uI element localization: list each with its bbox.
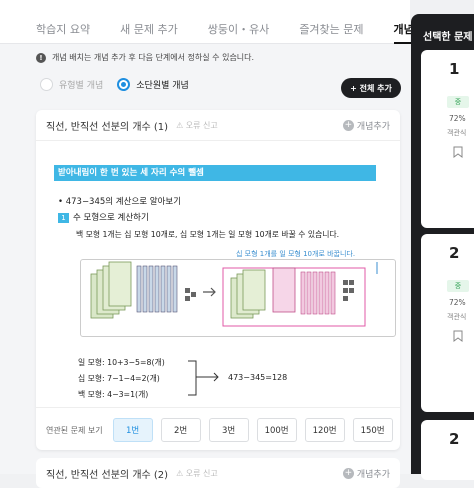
problem-button-1[interactable]: 1번 [112,418,153,442]
concept-card: 직선, 반직선 선분의 개수 (1) ⚠ 오류 신고 + 개념추가 받아내림이 … [36,110,400,450]
selected-problem-card[interactable]: 1 중 72% 객관식 [421,50,474,228]
related-problems-label: 연관된 문제 보기 [46,425,103,435]
callout-text: 십 모형 1개를 일 모형 10개로 바꿉니다. [236,250,356,258]
radio-circle-icon [40,78,53,91]
selected-problems-panel: 선택한 문제 1 중 72% 객관식 2 중 72% 객관식 2 [411,14,474,480]
problem-number: 1 [449,60,460,78]
concept-line: • 473−345의 계산으로 알아보기 [58,197,182,207]
problem-type: 객관식 [447,129,467,137]
tab-favorites[interactable]: 즐겨찾는 문제 [299,0,363,44]
add-concept-label: 개념추가 [356,469,390,480]
add-concept-button[interactable]: + 개념추가 [342,467,390,480]
radio-circle-selected-icon [117,78,131,91]
report-error-link[interactable]: ⚠ 오류 신고 [176,468,218,479]
bracket-arrow-icon [188,360,219,396]
notice: ! 개념 배치는 개념 추가 후 다음 단계에서 정하실 수 있습니다. [36,52,254,63]
problem-button-2[interactable]: 2번 [160,418,201,442]
difficulty-badge: 중 [447,96,469,108]
radio-type-concept[interactable]: 유형별 개념 [40,78,103,91]
selected-problems-title: 선택한 문제 [423,32,473,43]
tab-summary[interactable]: 학습지 요약 [36,0,90,44]
concept-line: 백 모형 1개는 십 모형 10개로, 십 모형 1개는 일 모형 10개로 바… [76,230,340,239]
problem-button-150[interactable]: 150번 [352,418,393,442]
add-all-button[interactable]: + 전체 추가 [341,78,401,98]
concept-title: 직선, 반직선 선분의 개수 (1) [46,121,169,133]
concept-type-radio-group: 유형별 개념 소단원별 개념 [40,78,189,91]
tab-new-problem[interactable]: 새 문제 추가 [120,0,178,44]
problem-number: 2 [449,244,460,262]
related-problems-bar: 연관된 문제 보기 1번 2번 3번 100번 120번 150번 [36,410,400,450]
plus-circle-icon: + [342,119,354,131]
difficulty-badge: 중 [447,280,469,292]
plus-circle-icon: + [342,467,354,479]
main-panel: 학습지 요약 새 문제 추가 쌍둥이・유사 즐겨찾는 문제 개념 추가 ! 개념… [0,0,439,488]
concept-banner: 받아내림이 한 번 있는 세 자리 수의 뺄셈 [54,165,376,181]
notice-text: 개념 배치는 개념 추가 후 다음 단계에서 정하실 수 있습니다. [52,53,255,62]
report-error-link[interactable]: ⚠ 오류 신고 [176,120,218,131]
tab-twin-similar[interactable]: 쌍둥이・유사 [208,0,270,44]
selected-problem-card[interactable]: 2 [421,420,474,480]
correct-rate: 72% [449,114,466,123]
info-icon: ! [36,52,46,63]
calc-tens: 십 모형: 7−1−4=2(개) [78,374,160,383]
bookmark-icon[interactable] [453,330,463,342]
problem-button-100[interactable]: 100번 [256,418,297,442]
problem-button-120[interactable]: 120번 [304,418,345,442]
block-model-illustration [90,261,378,327]
radio-subunit-concept[interactable]: 소단원별 개념 [117,78,189,91]
concept-card-header: 직선, 반직선 선분의 개수 (1) ⚠ 오류 신고 + 개념추가 [36,110,400,140]
concept-card-2: 직선, 반직선 선분의 개수 (2) ⚠ 오류 신고 + 개념추가 [36,458,400,488]
problem-type: 객관식 [447,313,467,321]
add-concept-label: 개념추가 [356,121,390,132]
radio-label: 유형별 개념 [59,81,104,91]
step-text: 수 모형으로 계산하기 [73,213,149,223]
number-model-figure [80,259,396,337]
correct-rate: 72% [449,298,466,307]
calc-result: 473−345=128 [228,373,288,382]
step-number: 1 [58,213,69,223]
tab-bar: 학습지 요약 새 문제 추가 쌍둥이・유사 즐겨찾는 문제 개념 추가 [0,0,439,44]
selected-problem-card[interactable]: 2 중 72% 객관식 [421,234,474,412]
add-concept-button[interactable]: + 개념추가 [342,119,390,132]
calc-ones: 일 모형: 10+3−5=8(개) [78,358,165,367]
concept-title: 직선, 반직선 선분의 개수 (2) [46,469,169,481]
problem-button-3[interactable]: 3번 [208,418,249,442]
concept-content-image: 받아내림이 한 번 있는 세 자리 수의 뺄셈 • 473−345의 계산으로 … [36,140,400,408]
calc-hundreds: 백 모형: 4−3=1(개) [78,390,149,399]
problem-number: 2 [449,430,460,448]
radio-label: 소단원별 개념 [136,81,189,91]
bookmark-icon[interactable] [453,146,463,158]
concept-step: 1 수 모형으로 계산하기 [58,211,149,223]
